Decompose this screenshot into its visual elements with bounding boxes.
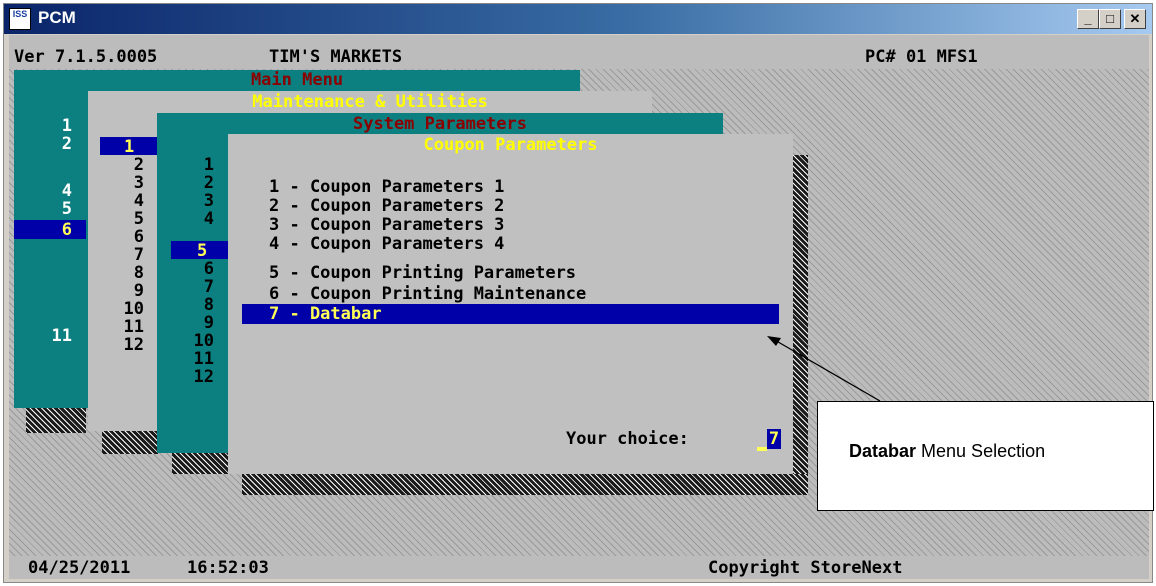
callout-label-rest: Menu Selection xyxy=(916,441,1046,461)
callout-label: Databar Menu Selection xyxy=(849,441,1045,462)
callout-label-bold: Databar xyxy=(849,441,917,461)
